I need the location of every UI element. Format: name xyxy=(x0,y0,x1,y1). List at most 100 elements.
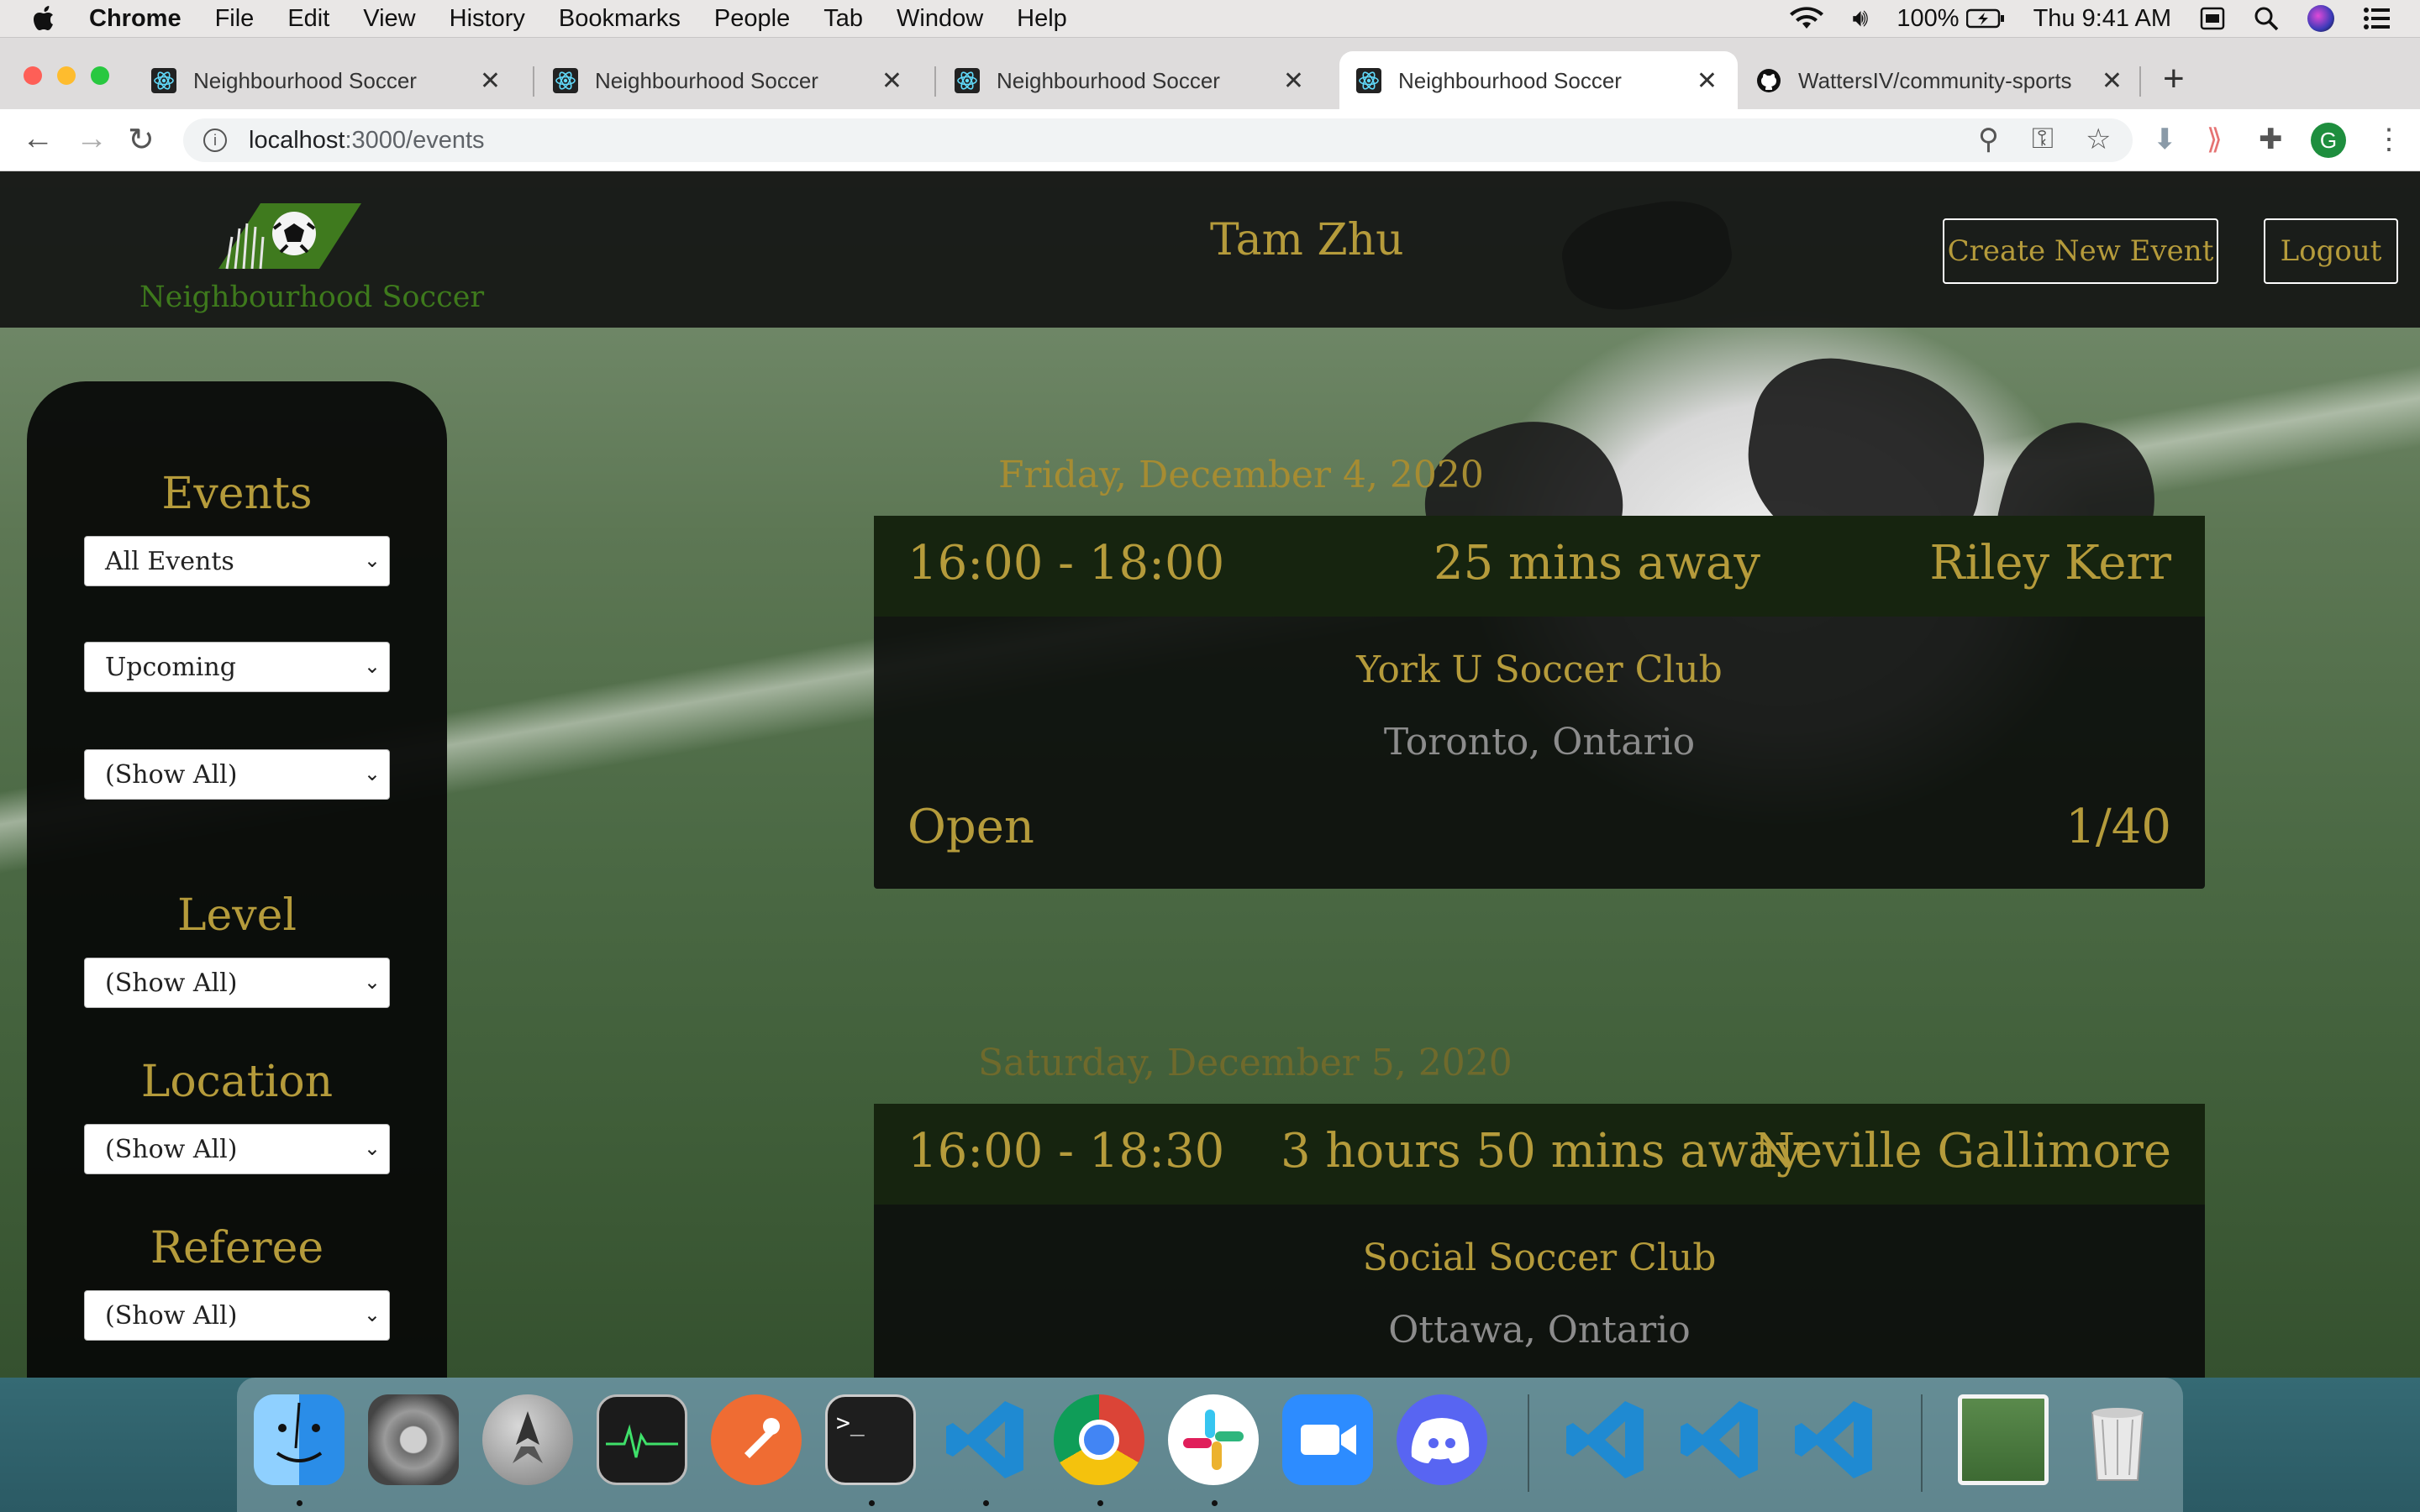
key-icon[interactable]: ⚿ xyxy=(2032,123,2054,155)
location-pin-icon[interactable]: ⚲ xyxy=(1978,123,1999,156)
menu-people[interactable]: People xyxy=(714,5,790,33)
control-center-icon[interactable] xyxy=(2363,7,2391,30)
address-url[interactable]: localhost:3000/events xyxy=(249,127,485,155)
menu-tab[interactable]: Tab xyxy=(823,5,863,33)
menu-app-name[interactable]: Chrome xyxy=(89,5,182,33)
photos-stack-icon[interactable] xyxy=(1958,1394,2049,1485)
create-new-event-button[interactable]: Create New Event xyxy=(1943,218,2218,284)
reload-icon[interactable]: ↻ xyxy=(128,121,155,159)
close-window-button[interactable] xyxy=(24,66,42,85)
event-time: 16:00 - 18:00 xyxy=(908,536,1225,591)
event-card[interactable]: 16:00 - 18:30 3 hours 50 mins away Nevil… xyxy=(874,1104,2205,1378)
site-navbar: Neighbourhood Soccer Tam Zhu Create New … xyxy=(0,171,2420,328)
event-referee: Neville Gallimore xyxy=(1753,1124,2171,1179)
type-select-value: (Show All) xyxy=(105,759,238,790)
discord-icon[interactable] xyxy=(1397,1394,1487,1485)
address-bar[interactable]: i localhost:3000/events xyxy=(183,118,2133,162)
menu-history[interactable]: History xyxy=(450,5,525,33)
close-tab-icon[interactable]: ✕ xyxy=(881,66,902,96)
menu-view[interactable]: View xyxy=(363,5,415,33)
finder-icon[interactable] xyxy=(254,1394,345,1485)
github-icon xyxy=(1757,69,1781,92)
referee-select[interactable]: (Show All) ⌄ xyxy=(84,1290,390,1341)
type-select[interactable]: (Show All) ⌄ xyxy=(84,749,390,800)
logo-text: Neighbourhood Soccer xyxy=(139,281,485,314)
running-indicator xyxy=(297,1500,302,1506)
close-tab-icon[interactable]: ✕ xyxy=(1283,66,1304,96)
wifi-icon[interactable] xyxy=(1790,7,1824,30)
chrome-icon[interactable] xyxy=(1054,1394,1144,1485)
zoom-icon[interactable] xyxy=(1282,1394,1373,1485)
menu-bookmarks[interactable]: Bookmarks xyxy=(559,5,681,33)
menu-edit[interactable]: Edit xyxy=(287,5,329,33)
back-icon[interactable]: ← xyxy=(22,121,54,157)
chevron-down-icon: ⌄ xyxy=(363,1137,381,1160)
close-tab-icon[interactable]: ✕ xyxy=(2102,66,2123,96)
system-preferences-icon[interactable] xyxy=(368,1394,459,1485)
apple-icon[interactable] xyxy=(34,6,55,31)
browser-tab-active[interactable]: Neighbourhood Soccer ✕ xyxy=(1339,51,1738,110)
keyboard-icon[interactable] xyxy=(2200,7,2225,30)
download-extension-icon[interactable]: ⬇ xyxy=(2153,123,2177,156)
vscode-icon[interactable] xyxy=(1674,1394,1765,1485)
launchpad-icon[interactable] xyxy=(482,1394,573,1485)
chevron-down-icon: ⌄ xyxy=(363,549,381,572)
chrome-menu-icon[interactable]: ⋮ xyxy=(2375,123,2403,156)
react-icon xyxy=(1356,68,1381,93)
events-select[interactable]: All Events ⌄ xyxy=(84,536,390,586)
maximize-window-button[interactable] xyxy=(91,66,109,85)
logout-button[interactable]: Logout xyxy=(2264,218,2398,284)
running-indicator xyxy=(983,1500,989,1506)
activity-monitor-icon[interactable] xyxy=(597,1394,687,1485)
chevron-down-icon: ⌄ xyxy=(363,762,381,785)
close-tab-icon[interactable]: ✕ xyxy=(1697,66,1718,96)
level-select[interactable]: (Show All) ⌄ xyxy=(84,958,390,1008)
vscode-icon[interactable] xyxy=(939,1394,1030,1485)
battery-percent: 100% xyxy=(1897,4,1960,32)
browser-tab[interactable]: Neighbourhood Soccer ✕ xyxy=(921,51,1324,110)
location-heading: Location xyxy=(140,1057,334,1107)
browser-tab[interactable]: Neighbourhood Soccer ✕ xyxy=(118,51,521,110)
browser-toolbar: ← → ↻ i localhost:3000/events ⚲ ⚿ ☆ ⬇ ⟫ … xyxy=(0,109,2420,171)
close-tab-icon[interactable]: ✕ xyxy=(480,66,501,96)
tab-title: Neighbourhood Soccer xyxy=(193,67,417,93)
running-indicator xyxy=(1097,1500,1103,1506)
soccer-logo-icon xyxy=(218,203,361,270)
menu-help[interactable]: Help xyxy=(1017,5,1067,33)
tab-title: Neighbourhood Soccer xyxy=(595,67,818,93)
menu-file[interactable]: File xyxy=(215,5,255,33)
new-tab-icon[interactable]: + xyxy=(2163,58,2185,100)
trash-icon[interactable] xyxy=(2072,1394,2163,1485)
event-status: Open xyxy=(908,800,1034,854)
location-select[interactable]: (Show All) ⌄ xyxy=(84,1124,390,1174)
level-heading: Level xyxy=(176,890,297,941)
event-club: Social Soccer Club xyxy=(1362,1236,1717,1279)
siri-icon[interactable] xyxy=(2307,5,2334,32)
browser-tab[interactable]: Neighbourhood Soccer ✕ xyxy=(519,51,923,110)
clock[interactable]: Thu 9:41 AM xyxy=(2033,5,2171,33)
tab-title: WattersIV/community-sports xyxy=(1798,67,2072,93)
volume-icon[interactable]: 🔊︎ xyxy=(1852,4,1868,33)
event-card[interactable]: 16:00 - 18:00 25 mins away Riley Kerr Yo… xyxy=(874,516,2205,889)
chevron-down-icon: ⌄ xyxy=(363,970,381,994)
postman-icon[interactable] xyxy=(711,1394,802,1485)
battery-icon[interactable] xyxy=(1965,8,2005,29)
vscode-icon[interactable] xyxy=(1560,1394,1650,1485)
profile-avatar[interactable]: G xyxy=(2311,123,2346,158)
tab-title: Neighbourhood Soccer xyxy=(997,67,1220,93)
extension-icon[interactable]: ⟫ xyxy=(2207,123,2223,156)
site-logo[interactable]: Neighbourhood Soccer xyxy=(134,197,484,314)
event-date-heading: Friday, December 4, 2020 xyxy=(998,454,1484,496)
vscode-icon[interactable] xyxy=(1788,1394,1879,1485)
site-info-icon[interactable]: i xyxy=(203,129,227,152)
time-select[interactable]: Upcoming ⌄ xyxy=(84,642,390,692)
puzzle-extensions-icon[interactable]: ✚ xyxy=(2259,123,2283,156)
menu-window[interactable]: Window xyxy=(897,5,983,33)
minimize-window-button[interactable] xyxy=(57,66,76,85)
slack-icon[interactable] xyxy=(1168,1394,1259,1485)
browser-tab[interactable]: WattersIV/community-sports ✕ xyxy=(1739,51,2143,110)
bookmark-star-icon[interactable]: ☆ xyxy=(2086,123,2111,156)
search-icon[interactable] xyxy=(2254,6,2279,31)
terminal-icon[interactable]: >_ xyxy=(825,1394,916,1485)
forward-icon[interactable]: → xyxy=(76,121,108,157)
